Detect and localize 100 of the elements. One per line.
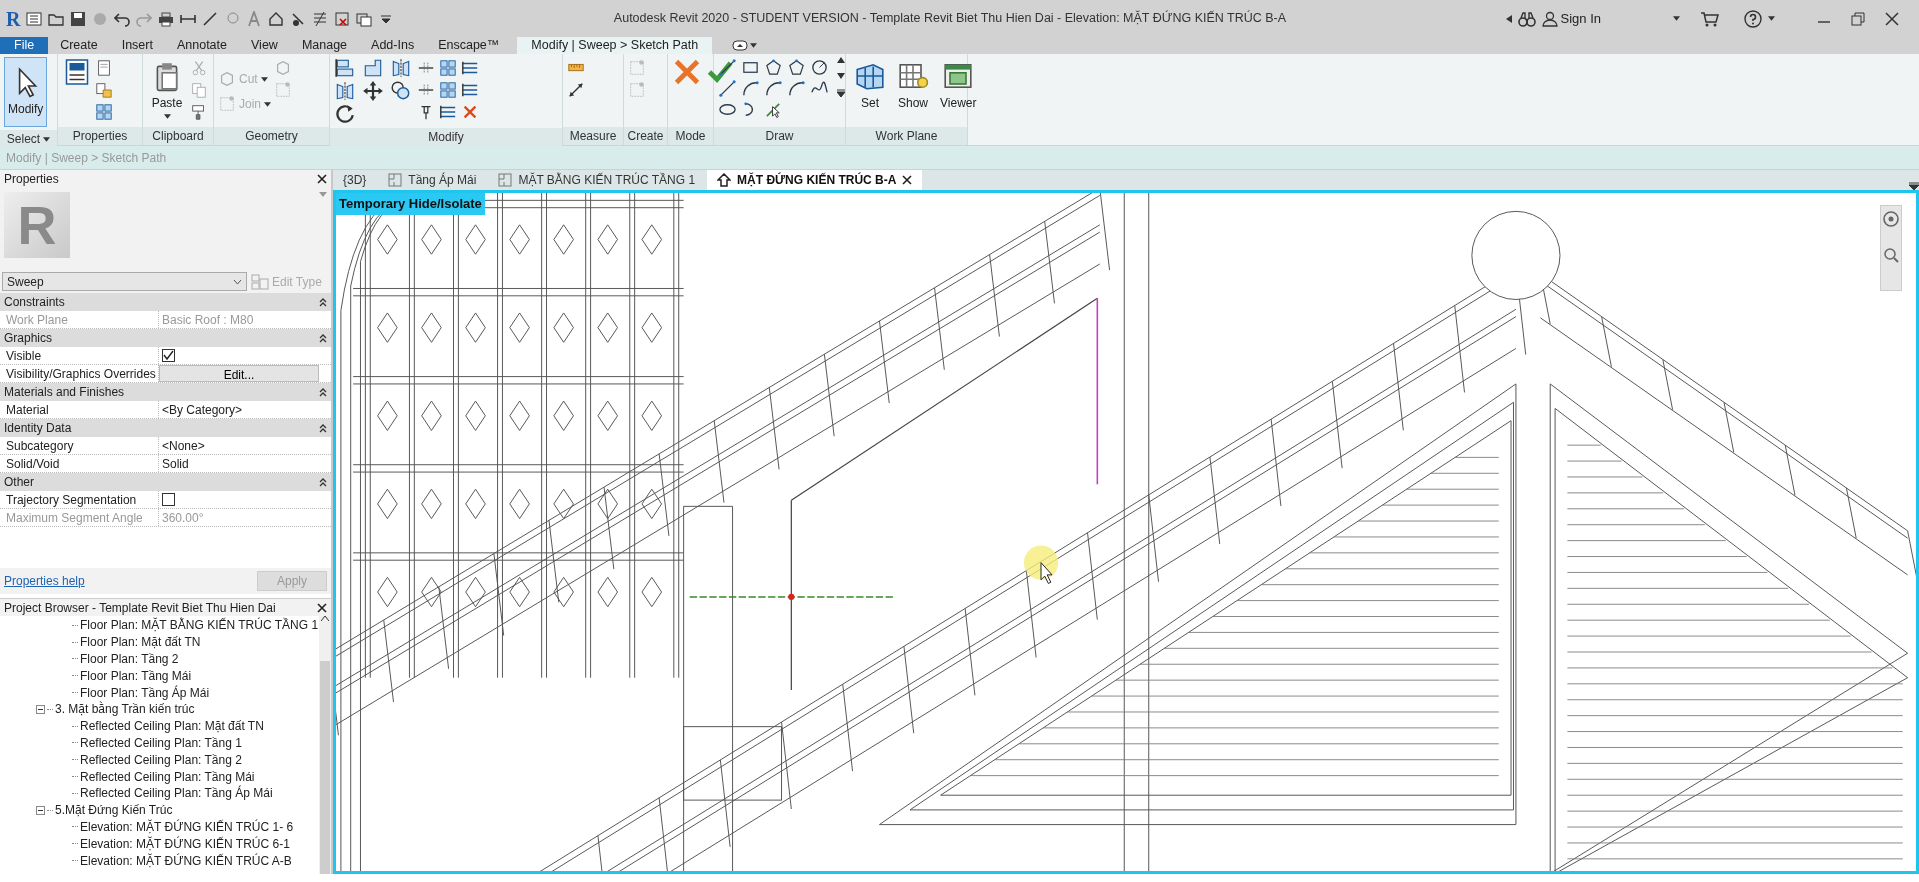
dropdown-arrow-icon[interactable]: [319, 192, 327, 197]
collapse-icon[interactable]: [319, 477, 327, 487]
copy-icon: [190, 80, 208, 99]
tab-menu-icon[interactable]: [1909, 182, 1919, 190]
ribbon-button[interactable]: Set: [850, 57, 890, 115]
browser-item[interactable]: Floor Plan: Tầng Mái: [80, 666, 192, 685]
property-label: Material: [5, 402, 50, 418]
help-icon[interactable]: [1744, 9, 1762, 28]
collapse-icon[interactable]: [319, 387, 327, 397]
close-windows-icon[interactable]: [334, 10, 351, 27]
browser-item[interactable]: Reflected Ceiling Plan: Tầng Mái: [80, 767, 255, 786]
document-tab[interactable]: {3D}: [333, 170, 377, 190]
document-tab[interactable]: MẶT ĐỨNG KIẾN TRÚC B-A: [707, 170, 923, 190]
scroll-left-icon[interactable]: [1505, 14, 1512, 23]
browser-item[interactable]: Reflected Ceiling Plan: Tầng 2: [80, 750, 242, 769]
house-icon: [717, 173, 732, 187]
modify-tool-button[interactable]: Modify: [4, 57, 48, 127]
steering-wheel-icon[interactable]: [1882, 210, 1900, 228]
collapse-toggle-icon[interactable]: [36, 805, 45, 815]
ribbon-tab[interactable]: Insert: [109, 37, 165, 54]
ribbon-tab[interactable]: Enscape™: [426, 37, 512, 54]
app-logo[interactable]: R: [6, 3, 21, 34]
property-value[interactable]: <By Category>: [158, 401, 319, 418]
zoom-icon[interactable]: [1882, 246, 1900, 264]
restore-icon[interactable]: [1851, 11, 1865, 26]
ribbon-tab[interactable]: View: [239, 37, 290, 54]
close-icon[interactable]: [902, 175, 913, 185]
scroll-down-icon[interactable]: [837, 73, 845, 79]
sketch-path-line[interactable]: [1096, 297, 1099, 486]
switch-windows-icon[interactable]: [356, 10, 373, 27]
save-icon[interactable]: [70, 10, 87, 27]
panel-toggle-icon[interactable]: [732, 40, 749, 51]
ribbon-tab[interactable]: Modify | Sweep > Sketch Path: [517, 37, 713, 54]
browser-item[interactable]: Elevation: MẶT ĐỨNG KIẾN TRÚC 1- 6: [80, 817, 294, 836]
close-icon[interactable]: [317, 174, 327, 184]
browser-item[interactable]: Reflected Ceiling Plan: Tầng 1: [80, 734, 242, 752]
caret-icon[interactable]: [1768, 16, 1775, 21]
edit-button[interactable]: Edit...: [159, 365, 319, 382]
ribbon-button[interactable]: Viewer: [936, 57, 981, 115]
collapse-toggle-icon[interactable]: [36, 704, 45, 714]
property-value[interactable]: <None>: [158, 437, 319, 454]
house-icon[interactable]: [268, 10, 285, 27]
browser-item[interactable]: Floor Plan: Tầng 2: [80, 650, 179, 668]
panel-label: Modify: [428, 129, 464, 146]
mirror-icon: [390, 57, 412, 79]
browser-group[interactable]: 5.Mặt Đứng Kiến Trúc: [55, 801, 173, 820]
ribbon-tab[interactable]: Annotate: [164, 37, 239, 54]
close-icon[interactable]: [317, 602, 327, 613]
file-menu-icon[interactable]: [26, 10, 43, 27]
caret-icon[interactable]: [750, 43, 758, 48]
browser-item[interactable]: Floor Plan: Mặt đất TN: [80, 633, 201, 652]
caret-icon[interactable]: [43, 136, 51, 142]
ribbon-button[interactable]: Paste: [147, 57, 187, 122]
grid-icon: [95, 102, 113, 121]
caret-icon: [163, 114, 171, 119]
undo-icon[interactable]: [114, 10, 131, 27]
binoculars-icon[interactable]: [1517, 10, 1536, 27]
panel-label: Create: [627, 128, 664, 145]
panel-label: Select: [6, 131, 41, 148]
ribbon-tab[interactable]: Add-Ins: [359, 37, 427, 54]
close-icon[interactable]: [1885, 11, 1899, 26]
document-tab[interactable]: Tầng Áp Mái: [378, 170, 487, 190]
grid-icon: [439, 58, 457, 77]
collapse-icon[interactable]: [319, 333, 327, 343]
ribbon-tab[interactable]: File: [0, 37, 49, 54]
checkbox[interactable]: [162, 349, 175, 362]
browser-item[interactable]: Reflected Ceiling Plan: Mặt đất TN: [80, 717, 264, 736]
browser-group[interactable]: 3. Mặt bằng Trần kiến trúc: [55, 700, 195, 719]
browser-item[interactable]: Floor Plan: MẶT BẰNG KIẾN TRÚC TẦNG 1: [80, 616, 319, 635]
scroll-up-icon[interactable]: [321, 616, 329, 621]
panel-title: Properties: [4, 171, 59, 188]
caret-icon[interactable]: [1673, 16, 1680, 21]
view-mode-banner: Temporary Hide/Isolate: [336, 193, 485, 215]
sign-in-button[interactable]: Sign In: [1541, 8, 1601, 29]
floor-plan-icon: [388, 173, 403, 187]
expand-icon[interactable]: [837, 89, 845, 97]
ribbon-button[interactable]: Show: [893, 57, 933, 115]
print-icon[interactable]: [158, 10, 175, 27]
scroll-up-icon[interactable]: [837, 57, 845, 63]
collapse-icon[interactable]: [319, 297, 327, 307]
browser-item[interactable]: Floor Plan: Tầng Áp Mái: [80, 683, 210, 702]
property-value[interactable]: Solid: [158, 455, 319, 472]
scrollbar-thumb[interactable]: [320, 661, 330, 874]
checkbox[interactable]: [162, 493, 175, 506]
browser-item[interactable]: Elevation: MẶT ĐỨNG KIẾN TRÚC 6-1: [80, 834, 290, 853]
ribbon-tab[interactable]: Create: [48, 37, 110, 54]
type-selector[interactable]: Sweep: [2, 272, 247, 291]
properties-help-link[interactable]: Properties help: [4, 572, 85, 590]
sketch-line[interactable]: [790, 297, 1098, 691]
browser-item[interactable]: Reflected Ceiling Plan: Tầng Áp Mái: [80, 784, 273, 803]
collapse-icon[interactable]: [319, 423, 327, 433]
create-similar-icon: [628, 58, 646, 77]
cart-icon[interactable]: [1700, 10, 1720, 27]
document-tab[interactable]: MẶT BẰNG KIẾN TRÚC TẦNG 1: [488, 170, 706, 190]
browser-item[interactable]: Elevation: MẶT ĐỨNG KIẾN TRÚC A-B: [80, 851, 292, 870]
ribbon-tab[interactable]: Manage: [289, 37, 360, 54]
thin-lines-icon[interactable]: [312, 10, 329, 27]
move-arrows-icon: [362, 80, 384, 102]
dimension-icon[interactable]: [202, 10, 219, 27]
drawing-canvas[interactable]: Temporary Hide/Isolate: [333, 190, 1919, 874]
